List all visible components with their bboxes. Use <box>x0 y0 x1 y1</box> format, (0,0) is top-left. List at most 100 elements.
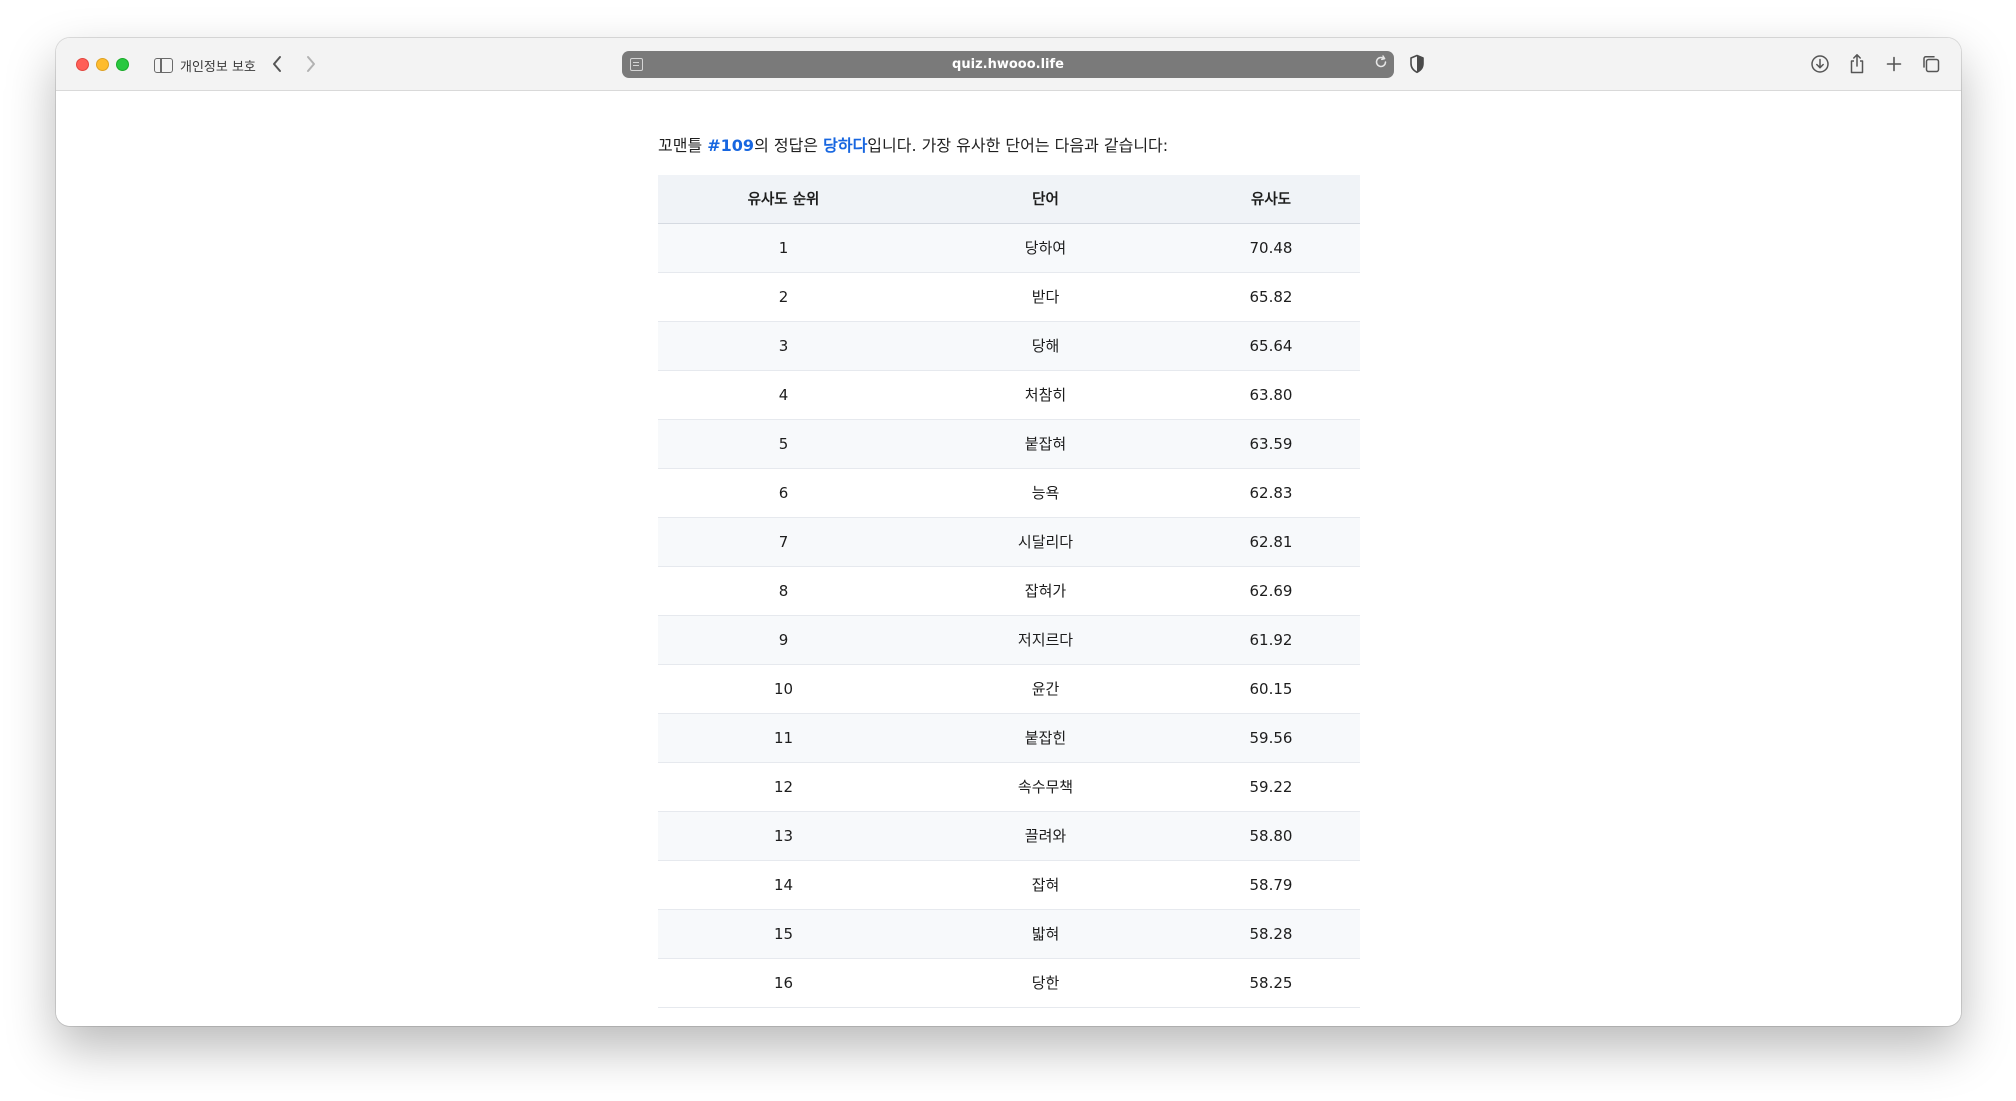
zoom-window-button[interactable] <box>116 58 129 71</box>
similarity-cell: 65.82 <box>1182 272 1360 322</box>
rank-cell: 6 <box>658 468 909 518</box>
similarity-cell: 59.56 <box>1182 713 1360 763</box>
intro-suffix: 입니다. 가장 유사한 단어는 다음과 같습니다: <box>867 136 1169 155</box>
share-button[interactable] <box>1845 52 1869 76</box>
table-row: 5 붙잡혀 63.59 <box>658 419 1360 469</box>
table-row: 13 끌려와 58.80 <box>658 811 1360 861</box>
word-cell: 속수무책 <box>909 762 1182 812</box>
share-icon <box>1850 54 1864 74</box>
similarity-cell: 70.48 <box>1182 223 1360 273</box>
rank-cell: 8 <box>658 566 909 616</box>
chevron-right-icon <box>307 56 315 72</box>
word-cell: 처참히 <box>909 370 1182 420</box>
word-cell: 당해 <box>909 321 1182 371</box>
column-header-similarity: 유사도 <box>1182 175 1360 224</box>
sidebar-icon <box>154 57 173 73</box>
similarity-cell: 62.69 <box>1182 566 1360 616</box>
shield-icon <box>1410 54 1424 74</box>
word-cell: 붙잡혀 <box>909 419 1182 469</box>
table-row: 8 잡혀가 62.69 <box>658 566 1360 616</box>
word-cell: 저지르다 <box>909 615 1182 665</box>
word-cell: 시달리다 <box>909 517 1182 567</box>
minimize-window-button[interactable] <box>96 58 109 71</box>
download-icon <box>1811 55 1829 73</box>
word-cell: 밟혀 <box>909 909 1182 959</box>
download-button[interactable] <box>1808 52 1832 76</box>
table-row: 2 받다 65.82 <box>658 272 1360 322</box>
table-row: 10 윤간 60.15 <box>658 664 1360 714</box>
table-row: 16 당한 58.25 <box>658 958 1360 1008</box>
rank-cell: 4 <box>658 370 909 420</box>
rank-cell: 16 <box>658 958 909 1008</box>
word-cell: 당한 <box>909 958 1182 1008</box>
rank-cell: 14 <box>658 860 909 910</box>
url-text: quiz.hwooo.life <box>952 57 1064 72</box>
rank-cell: 13 <box>658 811 909 861</box>
table-row: 6 능욕 62.83 <box>658 468 1360 518</box>
table-row: 14 잡혀 58.79 <box>658 860 1360 910</box>
reload-button[interactable] <box>1374 54 1388 75</box>
close-window-button[interactable] <box>76 58 89 71</box>
answer-intro-text: 꼬맨틀 #109의 정답은 당하다입니다. 가장 유사한 단어는 다음과 같습니… <box>658 132 1168 156</box>
similarity-cell: 59.22 <box>1182 762 1360 812</box>
word-cell: 잡혀가 <box>909 566 1182 616</box>
word-cell: 붙잡힌 <box>909 713 1182 763</box>
table-row: 7 시달리다 62.81 <box>658 517 1360 567</box>
column-header-word: 단어 <box>909 175 1182 224</box>
word-cell: 잡혀 <box>909 860 1182 910</box>
word-cell: 끌려와 <box>909 811 1182 861</box>
table-row: 3 당해 65.64 <box>658 321 1360 371</box>
intro-prefix: 꼬맨틀 <box>658 136 708 155</box>
page-content: 꼬맨틀 #109의 정답은 당하다입니다. 가장 유사한 단어는 다음과 같습니… <box>56 92 1961 1026</box>
rank-cell: 9 <box>658 615 909 665</box>
similarity-cell: 58.80 <box>1182 811 1360 861</box>
back-button[interactable] <box>266 52 288 76</box>
plus-icon <box>1886 56 1902 72</box>
new-tab-button[interactable] <box>1882 52 1906 76</box>
browser-toolbar: 개인정보 보호 quiz.hwooo.life <box>56 38 1961 91</box>
column-header-rank: 유사도 순위 <box>658 175 909 224</box>
word-cell: 능욕 <box>909 468 1182 518</box>
tab-overview-icon <box>1923 55 1940 73</box>
chevron-left-icon <box>273 56 281 72</box>
sidebar-toggle-button[interactable]: 개인정보 보호 <box>154 54 258 76</box>
word-cell: 받다 <box>909 272 1182 322</box>
forward-button[interactable] <box>300 52 322 76</box>
similarity-table-container: 유사도 순위 단어 유사도 1 당하여 70.48 2 받다 65.82 3 당해 65.64 4… <box>658 175 1360 1008</box>
similarity-cell: 62.81 <box>1182 517 1360 567</box>
similarity-cell: 58.28 <box>1182 909 1360 959</box>
table-row: 12 속수무책 59.22 <box>658 762 1360 812</box>
desktop: 개인정보 보호 quiz.hwooo.life 꼬맨틀 #109의 정답은 당하… <box>0 0 2016 1101</box>
rank-cell: 5 <box>658 419 909 469</box>
rank-cell: 10 <box>658 664 909 714</box>
tab-overview-button[interactable] <box>1919 52 1943 76</box>
similarity-cell: 63.59 <box>1182 419 1360 469</box>
table-row: 9 저지르다 61.92 <box>658 615 1360 665</box>
similarity-cell: 65.64 <box>1182 321 1360 371</box>
similarity-cell: 58.25 <box>1182 958 1360 1008</box>
similarity-table: 유사도 순위 단어 유사도 1 당하여 70.48 2 받다 65.82 3 당해 65.64 4… <box>658 175 1360 1008</box>
browser-window: 개인정보 보호 quiz.hwooo.life 꼬맨틀 #109의 정답은 당하… <box>56 38 1961 1026</box>
rank-cell: 15 <box>658 909 909 959</box>
table-row: 1 당하여 70.48 <box>658 223 1360 273</box>
privacy-label: 개인정보 보호 <box>180 59 256 75</box>
similarity-cell: 58.79 <box>1182 860 1360 910</box>
rank-cell: 2 <box>658 272 909 322</box>
puzzle-number-link[interactable]: #109 <box>707 136 754 155</box>
address-bar[interactable]: quiz.hwooo.life <box>622 51 1394 78</box>
rank-cell: 3 <box>658 321 909 371</box>
privacy-report-button[interactable] <box>1409 54 1425 74</box>
similarity-cell: 62.83 <box>1182 468 1360 518</box>
table-row: 15 밟혀 58.28 <box>658 909 1360 959</box>
table-body: 1 당하여 70.48 2 받다 65.82 3 당해 65.64 4 처참히 63.80 5 붙잡혀 63… <box>658 223 1360 1008</box>
similarity-cell: 61.92 <box>1182 615 1360 665</box>
table-row: 4 처참히 63.80 <box>658 370 1360 420</box>
similarity-cell: 63.80 <box>1182 370 1360 420</box>
table-row: 11 붙잡힌 59.56 <box>658 713 1360 763</box>
word-cell: 당하여 <box>909 223 1182 273</box>
rank-cell: 1 <box>658 223 909 273</box>
similarity-cell: 60.15 <box>1182 664 1360 714</box>
answer-word-link[interactable]: 당하다 <box>823 136 867 155</box>
rank-cell: 7 <box>658 517 909 567</box>
rank-cell: 11 <box>658 713 909 763</box>
